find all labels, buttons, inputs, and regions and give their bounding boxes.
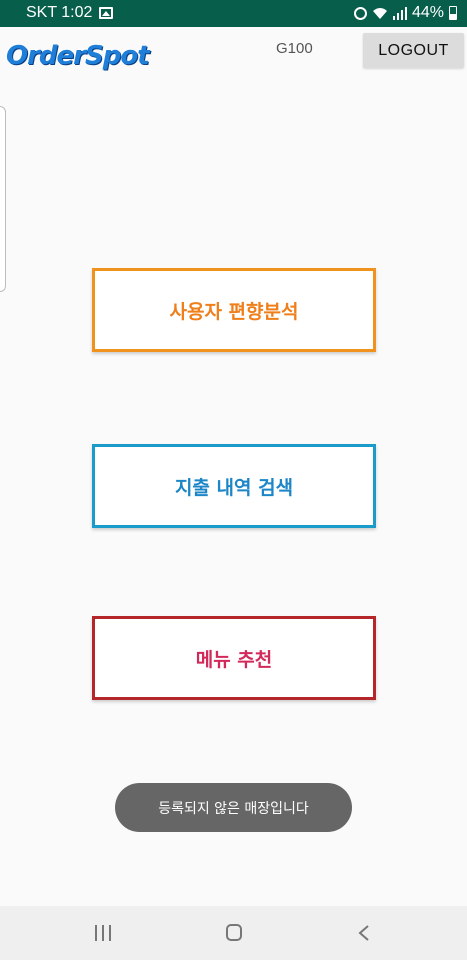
battery-icon: [449, 6, 457, 20]
navigation-bar: [0, 906, 467, 960]
menu-recommendation-button[interactable]: 메뉴 추천: [92, 616, 376, 700]
menu-recommendation-label: 메뉴 추천: [195, 648, 273, 671]
status-bar: SKT 1:02 44%: [0, 0, 467, 27]
drawer-handle[interactable]: [0, 106, 6, 292]
user-preference-analysis-label: 사용자 편향분석: [169, 300, 299, 323]
alarm-icon: [353, 6, 367, 20]
wifi-icon: [372, 8, 387, 19]
expense-history-search-label: 지출 내역 검색: [174, 476, 294, 499]
user-preference-analysis-button[interactable]: 사용자 편향분석: [92, 268, 376, 352]
expense-history-search-button[interactable]: 지출 내역 검색: [92, 444, 376, 528]
store-code: G100: [276, 40, 313, 57]
status-left: SKT 1:02: [26, 4, 114, 22]
toast-text: 등록되지 않은 매장입니다: [158, 800, 309, 817]
toast-message: 등록되지 않은 매장입니다: [115, 783, 352, 832]
status-right: 44%: [353, 4, 457, 22]
back-icon[interactable]: [356, 924, 372, 942]
home-icon[interactable]: [226, 924, 242, 941]
recents-icon[interactable]: [95, 925, 111, 941]
app-logo: OrderSpot: [6, 41, 150, 71]
signal-icon: [392, 6, 407, 20]
carrier-time: SKT 1:02: [26, 4, 93, 21]
gallery-icon: [99, 7, 114, 19]
logout-button[interactable]: LOGOUT: [363, 33, 464, 68]
battery-percent: 44%: [411, 4, 444, 21]
